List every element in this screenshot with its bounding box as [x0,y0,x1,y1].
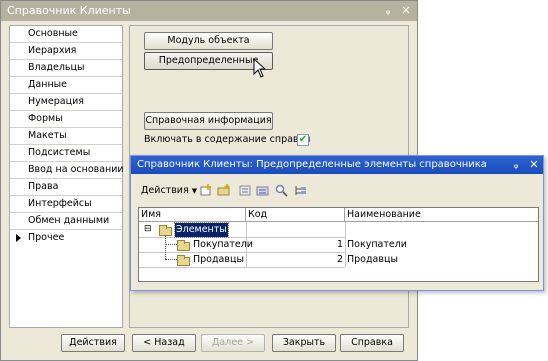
sidebar-item-label: Основные [28,28,78,39]
row-code: 2 [336,254,343,265]
row-name: Продавцы [193,254,244,265]
collapse-icon[interactable]: ⊟ [144,223,152,237]
row-description: Продавцы [347,254,398,265]
find-icon[interactable] [275,184,289,197]
close-icon[interactable]: ✕ [527,158,541,172]
move-to-group-icon[interactable] [256,184,270,197]
table-row[interactable]: Продавцы 2 Продавцы [139,252,538,267]
sidebar-item-label: Владельцы [28,62,85,73]
help-button[interactable]: Справка [340,334,404,352]
predefined-elements-window: Справочник Клиенты: Предопределенные эле… [130,155,544,291]
current-item-arrow-icon [16,234,21,242]
folder-icon [177,255,190,266]
close-button[interactable]: Закрыть [272,334,336,352]
row-divider [139,267,345,268]
pin-icon[interactable]: ᵩ [381,4,395,18]
predefined-window-title: Справочник Клиенты: Предопределенные эле… [137,159,487,170]
back-button[interactable]: < Назад [132,334,196,352]
actions-button[interactable]: Действия [61,334,125,352]
sidebar-item-obmen-dannymi[interactable]: Обмен данными [10,213,122,230]
include-help-checkbox[interactable]: ✔ [297,134,309,146]
sidebar-item-osnovnye[interactable]: Основные [10,26,122,43]
sidebar-item-label: Нумерация [28,96,84,107]
dropdown-arrow-icon: ▼ [191,187,198,195]
pin-icon[interactable]: ᵩ [509,158,523,172]
module-button[interactable]: Модуль объекта [144,32,273,50]
column-header-code[interactable]: Код [246,208,345,222]
sidebar-item-numeratsiya[interactable]: Нумерация [10,94,122,111]
sidebar-item-interfeysy[interactable]: Интерфейсы [10,196,122,213]
sidebar: Основные Иерархия Владельцы Данные Нумер… [9,25,124,328]
sidebar-item-prochee[interactable]: Прочее [10,230,122,247]
sidebar-item-label: Ввод на основании [28,164,124,175]
predefined-elements-grid[interactable]: Имя Код Наименование ⊟ Элементы Покупате… [138,207,539,282]
sidebar-item-label: Обмен данными [28,215,110,226]
close-icon[interactable]: ✕ [399,4,413,18]
sidebar-item-label: Подсистемы [28,147,91,158]
predefined-window-titlebar[interactable]: Справочник Клиенты: Предопределенные эле… [131,156,543,174]
column-header-description[interactable]: Наименование [345,208,538,222]
grid-toolbar: Действия ▼ [135,180,539,202]
main-window-titlebar[interactable]: Справочник Клиенты ᵩ ✕ [1,1,417,21]
row-name: Покупатели [193,239,253,250]
mouse-cursor-icon [253,58,267,78]
add-icon[interactable] [199,184,213,197]
row-description: Покупатели [347,239,407,250]
add-folder-icon[interactable] [217,184,231,197]
sidebar-item-label: Формы [28,113,63,124]
actions-menu[interactable]: Действия ▼ [141,185,197,196]
edit-icon[interactable] [238,184,252,197]
folder-icon [177,240,190,251]
help-info-button[interactable]: Справочная информация [144,112,273,130]
hierarchy-icon[interactable] [294,184,308,197]
table-row[interactable]: Покупатели 1 Покупатели [139,237,538,252]
sidebar-item-label: Интерфейсы [28,198,92,209]
main-window-title: Справочник Клиенты [7,4,131,17]
sidebar-item-ierarkhiya[interactable]: Иерархия [10,43,122,60]
sidebar-item-label: Права [28,181,59,192]
sidebar-item-formy[interactable]: Формы [10,111,122,128]
include-help-label: Включать в содержание справки [144,134,311,145]
actions-menu-label: Действия [141,185,189,196]
sidebar-item-vladeltsy[interactable]: Владельцы [10,60,122,77]
sidebar-item-podsistemy[interactable]: Подсистемы [10,145,122,162]
root-node-label[interactable]: Элементы [174,222,229,238]
sidebar-item-makety[interactable]: Макеты [10,128,122,145]
sidebar-item-label: Прочее [28,232,65,243]
sidebar-item-label: Данные [28,79,68,90]
next-button[interactable]: Далее > [201,334,265,352]
sidebar-item-prava[interactable]: Права [10,179,122,196]
sidebar-item-label: Иерархия [28,45,77,56]
table-row[interactable]: ⊟ Элементы [139,222,538,238]
row-code: 1 [336,239,343,250]
column-header-name[interactable]: Имя [139,208,246,222]
sidebar-item-label: Макеты [28,130,67,141]
sidebar-item-vvod-na-osnovanii[interactable]: Ввод на основании [10,162,124,179]
sidebar-item-dannye[interactable]: Данные [10,77,122,94]
